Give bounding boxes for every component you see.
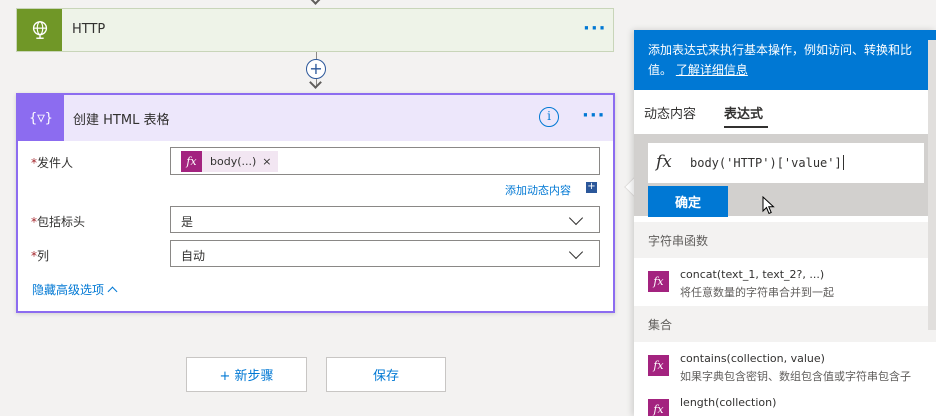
section-collections: 集合 <box>634 306 936 342</box>
tab-dynamic-content[interactable]: 动态内容 <box>644 103 696 122</box>
chevron-up-icon <box>107 286 118 297</box>
http-action-card[interactable]: HTTP ··· <box>16 8 614 52</box>
save-button[interactable]: 保存 <box>326 357 446 392</box>
columns-label: *列 <box>31 247 49 264</box>
text-caret <box>842 155 844 170</box>
function-item-contains[interactable]: fx contains(collection, value) 如果字典包含密钥、… <box>634 346 936 390</box>
fx-icon: fx <box>648 271 669 292</box>
expression-text: body('HTTP')['value'] <box>690 155 844 170</box>
function-name: contains(collection, value) <box>680 352 825 365</box>
new-step-button[interactable]: + 新步骤 <box>186 357 307 392</box>
info-icon[interactable]: i <box>539 107 559 127</box>
banner-text-line2-prefix: 值。 <box>648 63 673 77</box>
ok-button[interactable]: 确定 <box>648 186 728 217</box>
expression-editor-area: fx body('HTTP')['value'] 确定 <box>634 134 936 217</box>
globe-icon <box>32 21 47 39</box>
tab-expression[interactable]: 表达式 <box>724 103 763 122</box>
fx-icon: fx <box>648 355 669 376</box>
chevron-down-icon <box>568 244 584 260</box>
http-icon-container <box>17 9 62 51</box>
hide-advanced-label: 隐藏高级选项 <box>32 283 105 297</box>
active-tab-indicator <box>724 126 768 128</box>
table-card-header[interactable]: {▽} 创建 HTML 表格 i ··· <box>18 95 613 141</box>
section-string-functions: 字符串函数 <box>634 222 936 258</box>
create-html-table-card: {▽} 创建 HTML 表格 i ··· *发件人 fx body(...) ×… <box>16 93 615 313</box>
http-more-options-button[interactable]: ··· <box>583 18 607 39</box>
mouse-cursor-icon <box>762 196 775 215</box>
columns-value: 自动 <box>181 249 206 263</box>
function-item-length[interactable]: fx length(collection) <box>634 390 936 416</box>
columns-label-text: 列 <box>37 249 50 263</box>
expression-token[interactable]: fx body(...) × <box>181 151 278 172</box>
panel-info-banner: 添加表达式来执行基本操作，例如访问、转换和比 值。 了解详细信息 <box>634 30 936 90</box>
banner-text-line2: 值。 了解详细信息 <box>648 60 936 80</box>
chevron-down-icon <box>568 210 584 226</box>
include-headers-value: 是 <box>181 215 194 229</box>
hide-advanced-options-link[interactable]: 隐藏高级选项 <box>32 281 118 298</box>
function-description: 如果字典包含密钥、数组包含值或字符串包含子 <box>680 370 911 383</box>
include-headers-dropdown[interactable]: 是 <box>170 206 600 233</box>
banner-text-line1: 添加表达式来执行基本操作，例如访问、转换和比 <box>648 43 913 57</box>
from-input[interactable]: fx body(...) × <box>170 147 600 175</box>
panel-scrollbar[interactable] <box>928 40 936 330</box>
learn-more-link[interactable]: 了解详细信息 <box>676 63 748 77</box>
add-dynamic-content-icon[interactable]: + <box>586 182 597 193</box>
token-remove-icon[interactable]: × <box>262 155 271 168</box>
expression-input[interactable]: fx body('HTTP')['value'] <box>648 143 924 183</box>
function-name: length(collection) <box>680 396 777 409</box>
fx-icon: fx <box>181 151 202 172</box>
token-label: body(...) <box>210 155 257 168</box>
fx-icon: fx <box>656 152 672 172</box>
include-headers-label-text: 包括标头 <box>37 215 86 229</box>
function-name: concat(text_1, text_2?, ...) <box>680 268 825 281</box>
columns-dropdown[interactable]: 自动 <box>170 240 600 267</box>
table-card-title: 创建 HTML 表格 <box>73 113 170 128</box>
function-description: 将任意数量的字符串合并到一起 <box>680 286 834 299</box>
http-card-title: HTTP <box>72 22 106 37</box>
expression-value: body('HTTP')['value'] <box>690 156 842 170</box>
dynamic-content-panel: 添加表达式来执行基本操作，例如访问、转换和比 值。 了解详细信息 动态内容 表达… <box>634 30 936 416</box>
table-more-options-button[interactable]: ··· <box>582 105 606 126</box>
connector-arrow-top <box>309 0 322 5</box>
include-headers-label: *包括标头 <box>31 213 85 230</box>
function-item-concat[interactable]: fx concat(text_1, text_2?, ...) 将任意数量的字符… <box>634 262 936 306</box>
add-dynamic-content-link[interactable]: 添加动态内容 <box>505 182 571 198</box>
from-label: *发件人 <box>31 154 73 171</box>
from-label-text: 发件人 <box>37 156 74 170</box>
fx-icon: fx <box>648 399 669 416</box>
data-operation-icon: {▽} <box>18 95 64 141</box>
